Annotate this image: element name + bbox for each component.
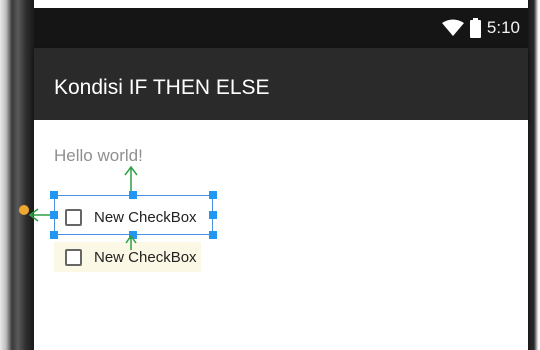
constraint-arrow-bottom[interactable] xyxy=(125,234,137,250)
constraint-overlay xyxy=(19,165,138,250)
constraint-arrow-top[interactable] xyxy=(124,165,138,191)
constraint-arrow-left[interactable] xyxy=(28,208,50,222)
constraint-anchor-dot[interactable] xyxy=(19,205,29,215)
